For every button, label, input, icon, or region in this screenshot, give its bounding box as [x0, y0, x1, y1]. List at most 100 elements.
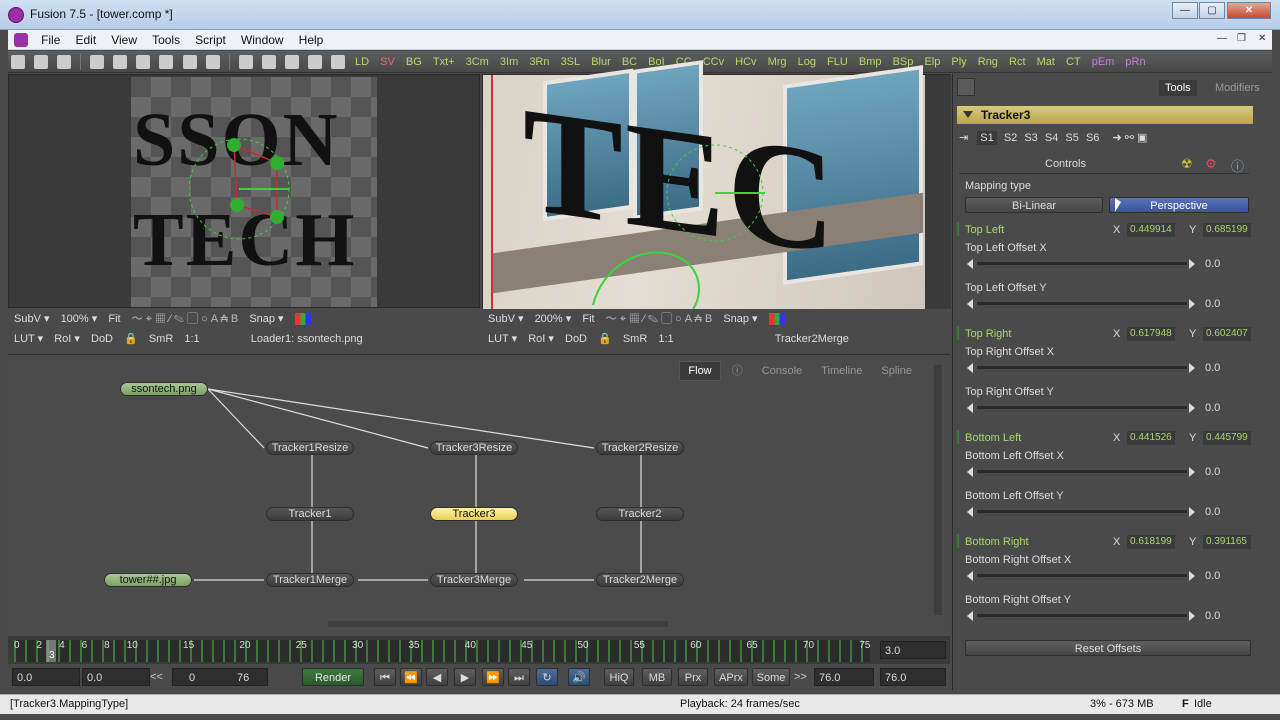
- tool-3im[interactable]: 3Im: [496, 52, 522, 72]
- tracker-overlay-right[interactable]: [583, 135, 823, 309]
- tool-prn[interactable]: pRn: [1121, 52, 1149, 72]
- viewer-tool-icons[interactable]: 〜 ⌖ ▦ ∕ ✎ ▢ ○ A ₳ B: [132, 309, 239, 329]
- prx-button[interactable]: Prx: [678, 668, 708, 686]
- gear-icon[interactable]: ⚙: [1205, 156, 1217, 172]
- lut-dropdown[interactable]: LUT ▾: [488, 329, 517, 349]
- node-tracker1merge[interactable]: Tracker1Merge: [266, 573, 354, 587]
- layout-quad-icon[interactable]: [307, 55, 322, 69]
- cut-icon[interactable]: [90, 55, 105, 69]
- mdi-minimize-button[interactable]: —: [1217, 33, 1227, 44]
- subview-dropdown[interactable]: SubV ▾: [14, 309, 50, 329]
- node-tracker2[interactable]: Tracker2: [596, 507, 684, 521]
- zoom-dropdown[interactable]: 100% ▾: [61, 309, 98, 329]
- pin-icon[interactable]: ⇥: [959, 132, 968, 144]
- tracker-overlay[interactable]: [189, 127, 309, 257]
- slider-right-arrow[interactable]: [1189, 611, 1195, 621]
- slider-right-arrow[interactable]: [1189, 363, 1195, 373]
- flow-horizontal-scrollbar[interactable]: [328, 621, 668, 627]
- radioactive-icon[interactable]: ☢: [1181, 156, 1193, 172]
- tool-3sl[interactable]: 3SL: [557, 52, 585, 72]
- slider-right-arrow[interactable]: [1189, 507, 1195, 517]
- close-button[interactable]: ✕: [1227, 2, 1271, 19]
- slider-left-arrow[interactable]: [967, 403, 973, 413]
- snap-dropdown[interactable]: Snap ▾: [723, 309, 757, 329]
- go-to-start-icon[interactable]: ⏮: [374, 668, 396, 686]
- aprx-button[interactable]: APrx: [714, 668, 748, 686]
- subtab-s6[interactable]: S6: [1086, 132, 1099, 144]
- some-button[interactable]: Some: [752, 668, 790, 686]
- step-back-icon[interactable]: ⏪: [400, 668, 422, 686]
- mb-button[interactable]: MB: [642, 668, 672, 686]
- audio-icon[interactable]: 🔊: [568, 668, 590, 686]
- bilinear-button[interactable]: Bi-Linear: [965, 197, 1103, 213]
- menu-help[interactable]: Help: [293, 30, 330, 50]
- open-file-icon[interactable]: [34, 55, 49, 69]
- menu-window[interactable]: Window: [235, 30, 290, 50]
- render-end-field[interactable]: 76.0: [814, 668, 874, 686]
- play-reverse-icon[interactable]: ◀: [426, 668, 448, 686]
- minimize-button[interactable]: —: [1172, 2, 1198, 19]
- subtab-s4[interactable]: S4: [1045, 132, 1058, 144]
- slider-right-arrow[interactable]: [1189, 403, 1195, 413]
- offset-y-value[interactable]: 0.0: [1205, 506, 1220, 518]
- perspective-button[interactable]: Perspective: [1109, 197, 1249, 213]
- lut-dropdown[interactable]: LUT ▾: [14, 329, 43, 349]
- menu-view[interactable]: View: [105, 30, 143, 50]
- offset-y-value[interactable]: 0.0: [1205, 610, 1220, 622]
- offset-y-value[interactable]: 0.0: [1205, 298, 1220, 310]
- slider-left-arrow[interactable]: [967, 363, 973, 373]
- render-start-field[interactable]: 0.0: [82, 668, 150, 686]
- link-icon[interactable]: ⚯: [1125, 132, 1134, 144]
- time-ruler[interactable]: 3 0 2 4 6 8 10 15 20 25 30 35 40 45 50 55 60 65 70 75 3.0: [8, 636, 950, 664]
- offset-x-value[interactable]: 0.0: [1205, 362, 1220, 374]
- copy-icon[interactable]: [113, 55, 128, 69]
- offset-x-value[interactable]: 0.0: [1205, 466, 1220, 478]
- corner-y-field[interactable]: 0.445799: [1203, 431, 1251, 445]
- node-tracker2resize[interactable]: Tracker2Resize: [596, 441, 684, 455]
- tool-flu[interactable]: FLU: [823, 52, 852, 72]
- offset-x-slider[interactable]: [977, 262, 1187, 265]
- play-icon[interactable]: ▶: [454, 668, 476, 686]
- roi-dropdown[interactable]: RoI ▾: [528, 329, 554, 349]
- roi-dropdown[interactable]: RoI ▾: [54, 329, 80, 349]
- step-forward-icon[interactable]: ⏩: [482, 668, 504, 686]
- offset-x-value[interactable]: 0.0: [1205, 258, 1220, 270]
- rgb-channel-icon[interactable]: [768, 313, 785, 326]
- subtab-s2[interactable]: S2: [1004, 132, 1017, 144]
- menu-file[interactable]: File: [35, 30, 66, 50]
- dod-button[interactable]: DoD: [91, 329, 113, 349]
- undo-icon[interactable]: [159, 55, 174, 69]
- subtab-s1[interactable]: S1: [977, 131, 997, 145]
- slider-left-arrow[interactable]: [967, 259, 973, 269]
- tool-bg[interactable]: BG: [402, 52, 426, 72]
- tool-txt[interactable]: Txt+: [429, 52, 459, 72]
- zoom-dropdown[interactable]: 200% ▾: [535, 309, 572, 329]
- tool-sv[interactable]: SV: [376, 52, 399, 72]
- collapse-triangle-icon[interactable]: [963, 111, 973, 118]
- flow-view[interactable]: Flow ⓘ Console Timeline Spline ssontech.…: [8, 354, 950, 634]
- tool-ct[interactable]: CT: [1062, 52, 1085, 72]
- slider-left-arrow[interactable]: [967, 507, 973, 517]
- tool-pem[interactable]: pEm: [1088, 52, 1119, 72]
- info-icon[interactable]: ⓘ: [1231, 156, 1244, 175]
- node-tracker3merge[interactable]: Tracker3Merge: [430, 573, 518, 587]
- corner-x-field[interactable]: 0.441526: [1127, 431, 1175, 445]
- slider-left-arrow[interactable]: [967, 611, 973, 621]
- new-file-icon[interactable]: [11, 55, 25, 69]
- tool-3rn[interactable]: 3Rn: [525, 52, 553, 72]
- subtab-s3[interactable]: S3: [1024, 132, 1037, 144]
- corner-y-field[interactable]: 0.685199: [1203, 223, 1251, 237]
- maximize-button[interactable]: ▢: [1199, 2, 1225, 19]
- tool-hcv[interactable]: HCv: [731, 52, 760, 72]
- tool-log[interactable]: Log: [794, 52, 820, 72]
- tool-bmp[interactable]: Bmp: [855, 52, 886, 72]
- tool-header[interactable]: Tracker3: [957, 106, 1253, 124]
- lock-icon[interactable]: 🔒: [124, 329, 138, 349]
- arrow-icon[interactable]: ➜: [1112, 132, 1121, 144]
- save-icon[interactable]: [57, 55, 72, 69]
- node-tracker3resize[interactable]: Tracker3Resize: [430, 441, 518, 455]
- one-to-one-button[interactable]: 1:1: [184, 329, 199, 349]
- paste-icon[interactable]: [136, 55, 151, 69]
- smr-button[interactable]: SmR: [149, 329, 173, 349]
- node-ssontech[interactable]: ssontech.png: [120, 382, 208, 396]
